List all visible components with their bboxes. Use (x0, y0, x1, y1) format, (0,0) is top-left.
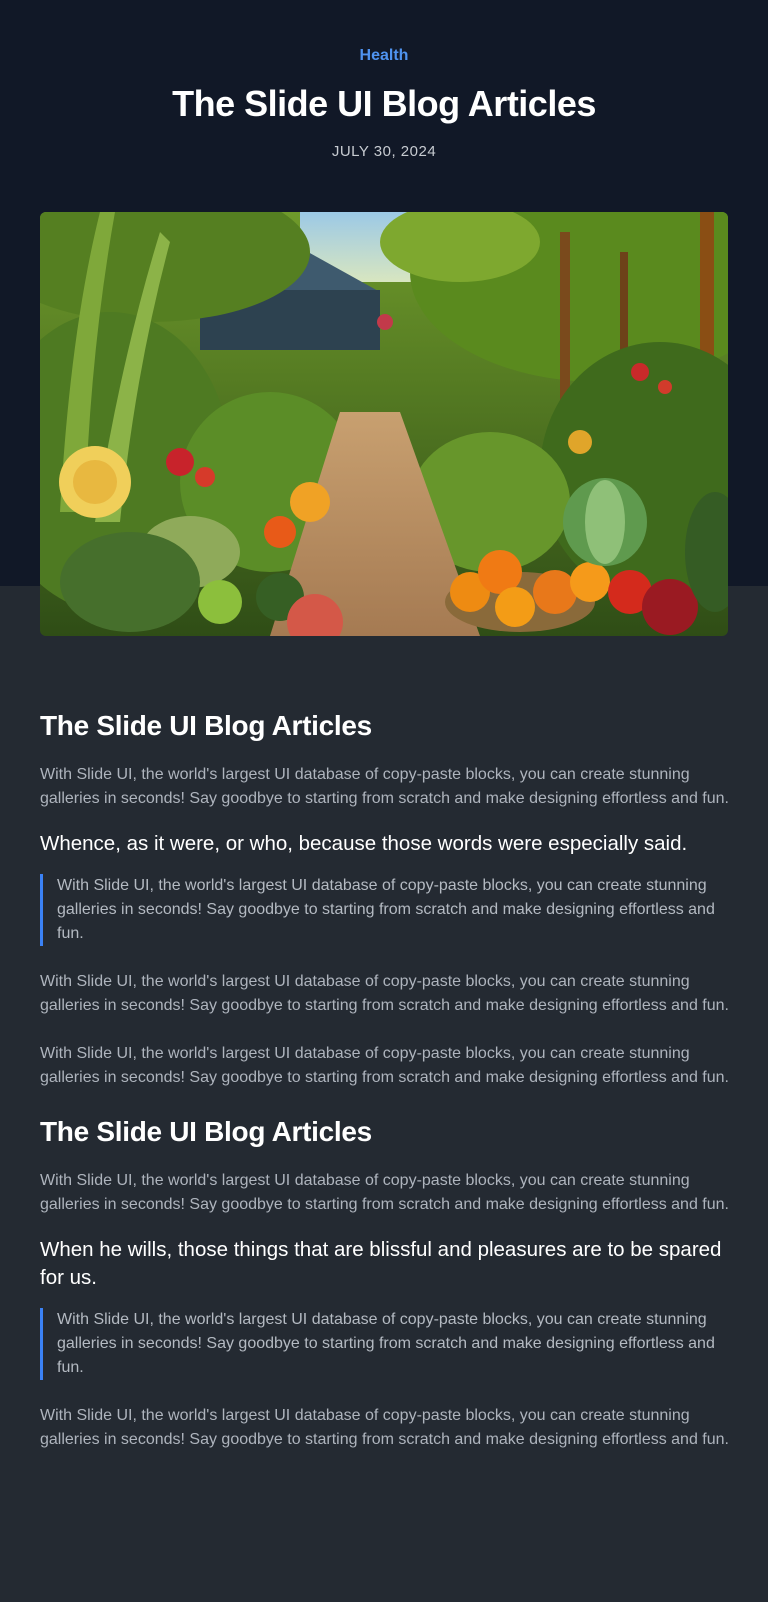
paragraph: With Slide UI, the world's largest UI da… (40, 1172, 729, 1213)
category-link[interactable]: Health (0, 46, 768, 66)
blockquote: With Slide UI, the world's largest UI da… (40, 874, 730, 946)
subheading: Whence, as it were, or who, because thos… (40, 832, 688, 855)
blockquote: With Slide UI, the world's largest UI da… (40, 1308, 730, 1380)
paragraph: With Slide UI, the world's largest UI da… (40, 766, 729, 807)
hero-image (40, 212, 728, 636)
paragraph: With Slide UI, the world's largest UI da… (40, 1045, 729, 1086)
article-body: The Slide UI Blog Articles With Slide UI… (40, 708, 730, 1452)
quote-text: With Slide UI, the world's largest UI da… (57, 1311, 715, 1376)
section-heading: The Slide UI Blog Articles (40, 710, 372, 741)
paragraph: With Slide UI, the world's largest UI da… (40, 1407, 729, 1448)
garden-illustration-icon (40, 212, 728, 636)
quote-text: With Slide UI, the world's largest UI da… (57, 877, 715, 942)
subheading: When he wills, those things that are bli… (40, 1238, 722, 1289)
section-heading: The Slide UI Blog Articles (40, 1116, 372, 1147)
page-title: The Slide UI Blog Articles (172, 83, 596, 124)
paragraph: With Slide UI, the world's largest UI da… (40, 973, 729, 1014)
article-hero: Health The Slide UI Blog Articles JULY 3… (0, 0, 768, 162)
publish-date: JULY 30, 2024 (331, 143, 437, 160)
